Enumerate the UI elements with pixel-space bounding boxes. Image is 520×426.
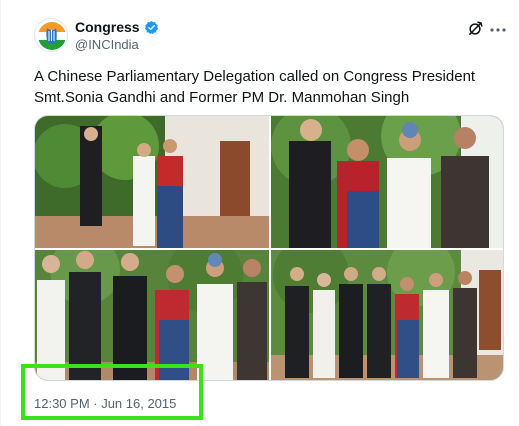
photo-2[interactable] bbox=[271, 116, 503, 248]
avatar[interactable] bbox=[34, 18, 68, 52]
photo-1[interactable] bbox=[35, 116, 269, 248]
verified-badge-icon bbox=[144, 20, 158, 34]
tweet-card: Congress @INCIndia A Chinese Parliamenta… bbox=[0, 0, 520, 426]
account-handle[interactable]: @INCIndia bbox=[75, 37, 139, 52]
grok-icon[interactable] bbox=[466, 20, 484, 38]
media-grid[interactable] bbox=[34, 115, 504, 381]
congress-logo-icon bbox=[36, 20, 67, 51]
timestamp-highlight-box bbox=[21, 364, 203, 420]
more-icon[interactable] bbox=[490, 28, 506, 32]
photo-4[interactable] bbox=[271, 250, 503, 380]
display-name[interactable]: Congress bbox=[75, 19, 140, 35]
photo-3[interactable] bbox=[35, 250, 269, 380]
tweet-text: A Chinese Parliamentary Delegation calle… bbox=[34, 68, 476, 106]
account-name-row: Congress bbox=[75, 19, 159, 35]
